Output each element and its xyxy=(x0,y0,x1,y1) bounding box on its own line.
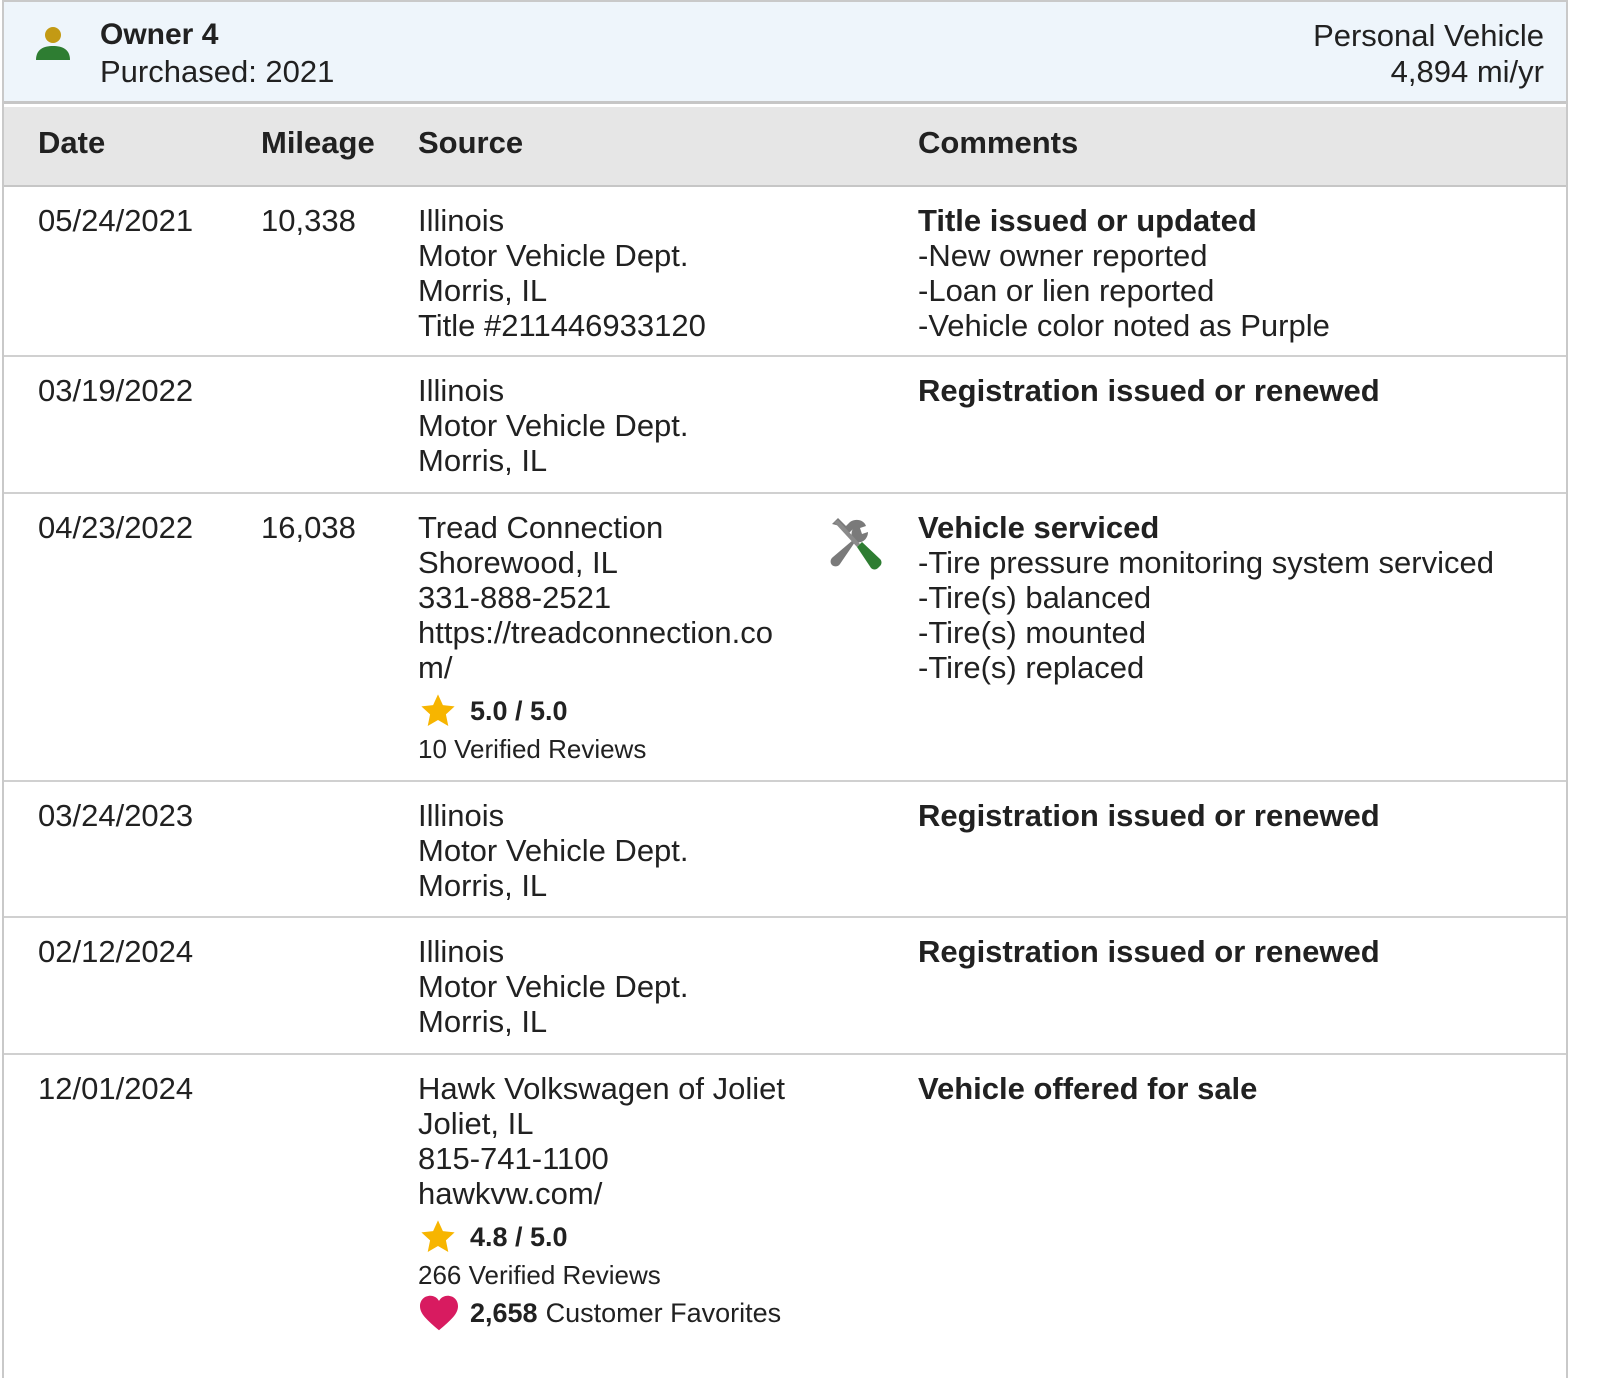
rating: 5.0 / 5.0 xyxy=(418,691,798,731)
source-line: Illinois xyxy=(418,203,505,238)
source-website-link[interactable]: https://treadconnection.com/ xyxy=(418,615,798,685)
source-phone[interactable]: 331-888-2521 xyxy=(418,580,798,615)
record-date: 03/19/2022 xyxy=(38,373,194,408)
record-date: 12/01/2024 xyxy=(38,1071,194,1106)
rating-value: 4.8 / 5.0 xyxy=(470,1221,568,1252)
record-mileage: 16,038 xyxy=(261,510,356,545)
comment-title: Title issued or updated xyxy=(918,203,1257,238)
column-header-date: Date xyxy=(38,125,106,160)
record-source: Illinois Motor Vehicle Dept. Morris, IL xyxy=(418,373,798,478)
column-header-comments: Comments xyxy=(918,125,1079,160)
record-mileage: 10,338 xyxy=(261,203,356,238)
record-date: 02/12/2024 xyxy=(38,934,194,969)
verified-reviews-link[interactable]: 10 Verified Reviews xyxy=(418,731,798,767)
comment-title: Registration issued or renewed xyxy=(918,934,1380,969)
table-row: 04/23/2022 16,038 Tread Connection Shore… xyxy=(4,494,1566,782)
record-comments: Registration issued or renewed xyxy=(918,934,1558,969)
owner-purchased: Purchased: 2021 xyxy=(100,54,335,89)
heart-icon xyxy=(420,1295,458,1331)
source-line: Illinois xyxy=(418,934,505,969)
source-line: Shorewood, IL xyxy=(418,545,618,580)
source-phone[interactable]: 815-741-1100 xyxy=(418,1141,838,1176)
customer-favorites: 2,658 Customer Favorites xyxy=(418,1293,838,1333)
star-icon xyxy=(421,694,455,727)
source-line: Illinois xyxy=(418,798,505,833)
record-date: 05/24/2021 xyxy=(38,203,194,238)
table-row: 03/19/2022 Illinois Motor Vehicle Dept. … xyxy=(4,357,1566,494)
star-icon xyxy=(421,1220,455,1253)
favorites-count: 2,658 xyxy=(470,1297,538,1328)
comment-item: -Tire pressure monitoring system service… xyxy=(918,545,1494,580)
column-header-mileage: Mileage xyxy=(261,125,375,160)
source-line: Joliet, IL xyxy=(418,1106,534,1141)
table-row: 05/24/2021 10,338 Illinois Motor Vehicle… xyxy=(4,187,1566,357)
source-line: Morris, IL xyxy=(418,273,548,308)
comment-item: -Loan or lien reported xyxy=(918,273,1215,308)
vehicle-type: Personal Vehicle xyxy=(1313,18,1544,53)
comment-item: -Vehicle color noted as Purple xyxy=(918,308,1330,343)
source-line: Motor Vehicle Dept. xyxy=(418,408,689,443)
record-comments: Vehicle offered for sale xyxy=(918,1071,1558,1106)
source-line: Morris, IL xyxy=(418,868,548,903)
source-line: Motor Vehicle Dept. xyxy=(418,238,689,273)
source-website-link[interactable]: hawkvw.com/ xyxy=(418,1176,838,1211)
record-comments: Vehicle serviced -Tire pressure monitori… xyxy=(918,510,1558,685)
table-header: Date Mileage Source Comments xyxy=(4,107,1566,187)
record-source: Tread Connection Shorewood, IL 331-888-2… xyxy=(418,510,798,767)
record-comments: Registration issued or renewed xyxy=(918,798,1558,833)
source-name: Hawk Volkswagen of Joliet xyxy=(418,1071,786,1106)
vehicle-history-report: Owner 4 Purchased: 2021 Personal Vehicle… xyxy=(2,0,1568,1378)
comment-title: Vehicle offered for sale xyxy=(918,1071,1258,1106)
record-source: Illinois Motor Vehicle Dept. Morris, IL xyxy=(418,798,798,903)
record-source: Hawk Volkswagen of Joliet Joliet, IL 815… xyxy=(418,1071,838,1333)
comment-item: -Tire(s) mounted xyxy=(918,615,1146,650)
person-icon xyxy=(36,27,70,60)
record-source: Illinois Motor Vehicle Dept. Morris, IL … xyxy=(418,203,798,343)
favorites-label: Customer Favorites xyxy=(545,1297,782,1328)
table-row: 12/01/2024 Hawk Volkswagen of Joliet Jol… xyxy=(4,1055,1566,1380)
record-date: 03/24/2023 xyxy=(38,798,194,833)
rating: 4.8 / 5.0 xyxy=(418,1217,838,1257)
comment-title: Registration issued or renewed xyxy=(918,373,1380,408)
source-line: Illinois xyxy=(418,373,505,408)
source-line: Title #211446933120 xyxy=(418,308,706,343)
record-comments: Registration issued or renewed xyxy=(918,373,1558,408)
miles-per-year: 4,894 mi/yr xyxy=(1390,54,1544,89)
source-line: Motor Vehicle Dept. xyxy=(418,833,689,868)
table-row: 02/12/2024 Illinois Motor Vehicle Dept. … xyxy=(4,918,1566,1055)
comment-item: -Tire(s) balanced xyxy=(918,580,1152,615)
record-comments: Title issued or updated -New owner repor… xyxy=(918,203,1558,343)
rating-value: 5.0 / 5.0 xyxy=(470,695,568,726)
column-header-source: Source xyxy=(418,125,524,160)
comment-item: -New owner reported xyxy=(918,238,1208,273)
source-line: Morris, IL xyxy=(418,443,548,478)
owner-header: Owner 4 Purchased: 2021 Personal Vehicle… xyxy=(4,2,1566,104)
comment-title: Vehicle serviced xyxy=(918,510,1160,545)
owner-usage: Personal Vehicle 4,894 mi/yr xyxy=(1313,18,1544,90)
owner-title: Owner 4 xyxy=(100,18,219,51)
comment-item: -Tire(s) replaced xyxy=(918,650,1145,685)
comment-title: Registration issued or renewed xyxy=(918,798,1380,833)
source-line: Motor Vehicle Dept. xyxy=(418,969,689,1004)
record-source: Illinois Motor Vehicle Dept. Morris, IL xyxy=(418,934,798,1039)
source-line: Morris, IL xyxy=(418,1004,548,1039)
source-name: Tread Connection xyxy=(418,510,664,545)
record-date: 04/23/2022 xyxy=(38,510,194,545)
verified-reviews-link[interactable]: 266 Verified Reviews xyxy=(418,1257,838,1293)
service-wrench-screwdriver-icon xyxy=(830,518,882,570)
table-row: 03/24/2023 Illinois Motor Vehicle Dept. … xyxy=(4,782,1566,918)
